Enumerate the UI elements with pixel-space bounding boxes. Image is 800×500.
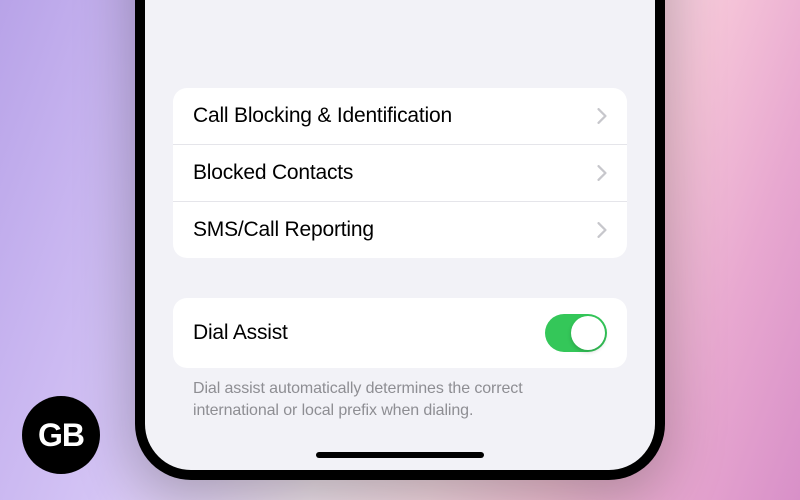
- row-blocked-contacts[interactable]: Blocked Contacts: [173, 145, 627, 202]
- section-footer-text: Dial assist automatically determines the…: [173, 368, 627, 422]
- watermark-text: GB: [38, 417, 84, 454]
- row-dial-assist: Dial Assist: [173, 298, 627, 368]
- row-sms-call-reporting[interactable]: SMS/Call Reporting: [173, 202, 627, 258]
- dial-assist-toggle[interactable]: [545, 314, 607, 352]
- phone-frame: Call Blocking & Identification Blocked C…: [135, 0, 665, 480]
- chevron-right-icon: [597, 165, 607, 181]
- settings-scroll-area[interactable]: Call Blocking & Identification Blocked C…: [145, 0, 655, 470]
- row-call-blocking-identification[interactable]: Call Blocking & Identification: [173, 88, 627, 145]
- chevron-right-icon: [597, 108, 607, 124]
- watermark-badge: GB: [22, 396, 100, 474]
- toggle-knob: [571, 316, 605, 350]
- row-label: SMS/Call Reporting: [193, 218, 374, 242]
- settings-group-dial-assist: Dial Assist: [173, 298, 627, 368]
- phone-screen: Call Blocking & Identification Blocked C…: [145, 0, 655, 470]
- settings-group-calls: Call Blocking & Identification Blocked C…: [173, 88, 627, 258]
- chevron-right-icon: [597, 222, 607, 238]
- home-indicator[interactable]: [316, 452, 484, 458]
- row-label: Dial Assist: [193, 321, 288, 345]
- row-label: Blocked Contacts: [193, 161, 353, 185]
- row-label: Call Blocking & Identification: [193, 104, 452, 128]
